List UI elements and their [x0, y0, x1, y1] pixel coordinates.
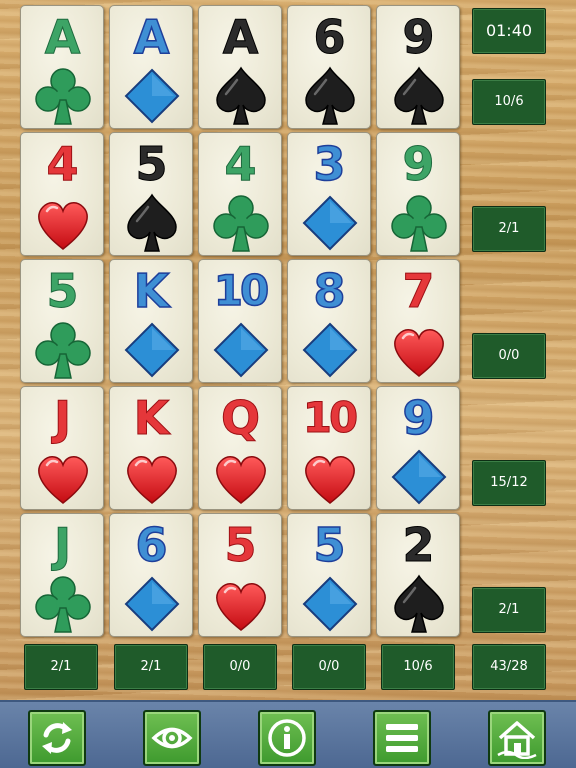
card-4-of-clubs[interactable]: 4: [198, 132, 282, 256]
card-5-of-clubs[interactable]: 5: [20, 259, 104, 383]
card-k-of-diamonds[interactable]: K: [109, 259, 193, 383]
club-icon: [387, 191, 451, 255]
heart-icon: [298, 445, 362, 509]
card-rank: 6: [135, 517, 169, 573]
card-10-of-diamonds[interactable]: 10: [198, 259, 282, 383]
card-rank: J: [53, 518, 71, 573]
card-a-of-clubs[interactable]: A: [20, 5, 104, 129]
column-score-3: 0/0: [203, 644, 277, 690]
card-rank: A: [222, 10, 259, 65]
card-rank: K: [133, 263, 170, 319]
info-icon: [268, 719, 306, 757]
row-score-4: 15/12: [472, 460, 546, 506]
spade-icon: [387, 572, 451, 636]
card-9-of-diamonds[interactable]: 9: [376, 386, 460, 510]
card-rank: K: [133, 391, 170, 446]
card-2-of-spades[interactable]: 2: [376, 513, 460, 637]
card-a-of-spades[interactable]: A: [198, 5, 282, 129]
card-9-of-clubs[interactable]: 9: [376, 132, 460, 256]
card-rank: 7: [402, 264, 435, 319]
card-rank: Q: [220, 391, 260, 446]
bottom-toolbar: [0, 700, 576, 768]
card-3-of-diamonds[interactable]: 3: [287, 132, 371, 256]
card-rank: 9: [402, 390, 436, 446]
card-rank: 5: [313, 517, 347, 573]
row-score-3: 0/0: [472, 333, 546, 379]
heart-icon: [387, 318, 451, 382]
diamond-icon: [298, 191, 362, 255]
card-rank: 10: [213, 265, 270, 316]
diamond-icon: [120, 572, 184, 636]
card-5-of-hearts[interactable]: 5: [198, 513, 282, 637]
card-rank: 9: [402, 137, 435, 192]
diamond-icon: [387, 445, 451, 509]
refresh-button[interactable]: [28, 710, 86, 766]
club-icon: [209, 191, 273, 255]
card-7-of-hearts[interactable]: 7: [376, 259, 460, 383]
home-icon: [497, 721, 537, 759]
diamond-icon: [298, 318, 362, 382]
row-score-5: 2/1: [472, 587, 546, 633]
card-rank: A: [44, 10, 81, 65]
heart-icon: [120, 445, 184, 509]
card-rank: 4: [224, 137, 257, 192]
info-button[interactable]: [258, 710, 316, 766]
diamond-icon: [120, 64, 184, 128]
diamond-icon: [298, 572, 362, 636]
card-rank: 5: [224, 518, 257, 573]
home-button[interactable]: [488, 710, 546, 766]
row-score-2: 2/1: [472, 206, 546, 252]
club-icon: [31, 64, 95, 128]
heart-icon: [31, 191, 95, 255]
card-rank: 8: [313, 263, 347, 319]
menu-icon: [386, 724, 418, 752]
card-6-of-spades[interactable]: 6: [287, 5, 371, 129]
heart-icon: [209, 572, 273, 636]
card-j-of-clubs[interactable]: J: [20, 513, 104, 637]
spade-icon: [387, 64, 451, 128]
card-j-of-hearts[interactable]: J: [20, 386, 104, 510]
card-a-of-diamonds[interactable]: A: [109, 5, 193, 129]
card-k-of-hearts[interactable]: K: [109, 386, 193, 510]
heart-icon: [209, 445, 273, 509]
spade-icon: [209, 64, 273, 128]
card-10-of-hearts[interactable]: 10: [287, 386, 371, 510]
card-5-of-diamonds[interactable]: 5: [287, 513, 371, 637]
view-button[interactable]: [143, 710, 201, 766]
card-rank: 3: [313, 136, 347, 192]
club-icon: [31, 572, 95, 636]
heart-icon: [31, 445, 95, 509]
spade-icon: [298, 64, 362, 128]
timer-display: 01:40: [472, 8, 546, 54]
card-q-of-hearts[interactable]: Q: [198, 386, 282, 510]
card-rank: 4: [46, 137, 79, 192]
card-rank: 5: [135, 137, 168, 192]
diamond-icon: [120, 318, 184, 382]
card-rank: 10: [302, 393, 358, 443]
column-score-5: 10/6: [381, 644, 455, 690]
total-score: 43/28: [472, 644, 546, 690]
card-rank: J: [53, 391, 71, 446]
diamond-icon: [209, 318, 273, 382]
column-score-4: 0/0: [292, 644, 366, 690]
game-board: A A A 6 9 4 5 4 3 9 5 K 10 8 7 J K Q 10 9 J 6 5 5 2 01:40 10/6 2…: [0, 0, 576, 700]
card-6-of-diamonds[interactable]: 6: [109, 513, 193, 637]
club-icon: [31, 318, 95, 382]
card-4-of-hearts[interactable]: 4: [20, 132, 104, 256]
card-rank: 6: [313, 10, 346, 65]
card-rank: 5: [46, 264, 79, 319]
card-8-of-diamonds[interactable]: 8: [287, 259, 371, 383]
card-rank: 2: [402, 518, 435, 573]
card-9-of-spades[interactable]: 9: [376, 5, 460, 129]
spade-icon: [120, 191, 184, 255]
eye-icon: [151, 727, 193, 749]
menu-button[interactable]: [373, 710, 431, 766]
card-rank: A: [133, 9, 170, 65]
refresh-icon: [42, 722, 72, 754]
card-rank: 9: [402, 10, 435, 65]
column-score-2: 2/1: [114, 644, 188, 690]
column-score-1: 2/1: [24, 644, 98, 690]
row-score-1: 10/6: [472, 79, 546, 125]
card-5-of-spades[interactable]: 5: [109, 132, 193, 256]
